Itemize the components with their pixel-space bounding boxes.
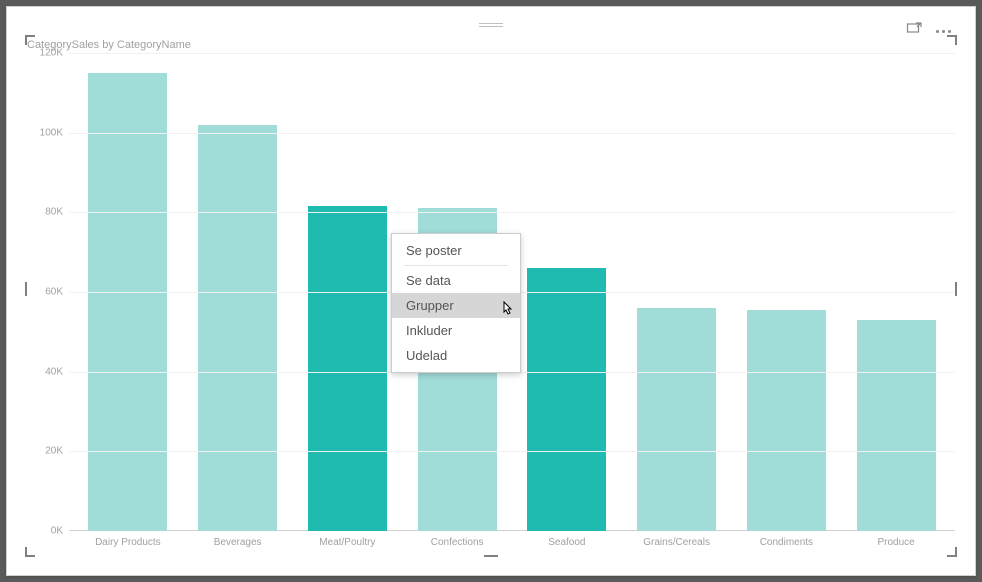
y-tick-label: 120K [40,48,63,59]
gridline [69,53,955,54]
x-tick-label: Meat/Poultry [293,531,403,559]
y-tick-label: 40K [45,366,63,377]
context-menu-divider [404,265,508,266]
bar[interactable] [527,268,606,531]
bar[interactable] [198,125,277,531]
context-menu-item[interactable]: Udelad [392,343,520,368]
context-menu-item[interactable]: Se poster [392,238,520,263]
resize-handle-tl[interactable] [25,35,35,45]
resize-handle-bl[interactable] [25,547,35,557]
resize-handle-right[interactable] [955,282,957,296]
x-tick-label: Grains/Cereals [622,531,732,559]
y-tick-label: 60K [45,287,63,298]
y-axis: 0K20K40K60K80K100K120K [23,53,69,531]
y-tick-label: 20K [45,446,63,457]
x-tick-label: Produce [841,531,951,559]
x-tick-label: Beverages [183,531,293,559]
y-tick-label: 100K [40,127,63,138]
x-axis: Dairy ProductsBeveragesMeat/PoultryConfe… [69,531,955,559]
resize-handle-bottom[interactable] [484,555,498,557]
context-menu: Se poster Se dataGrupperInkluderUdelad [391,233,521,373]
context-menu-item[interactable]: Inkluder [392,318,520,343]
x-tick-label: Condiments [732,531,842,559]
bar[interactable] [857,320,936,531]
x-tick-label: Dairy Products [73,531,183,559]
bar[interactable] [308,206,387,531]
context-menu-item[interactable]: Se data [392,268,520,293]
app-frame: CategorySales by CategoryName 0K20K40K60… [6,6,976,576]
focus-mode-icon[interactable] [906,21,922,42]
gridline [69,212,955,213]
context-menu-item[interactable]: Grupper [392,293,520,318]
gridline [69,451,955,452]
y-tick-label: 0K [51,526,63,537]
x-tick-label: Seafood [512,531,622,559]
y-tick-label: 80K [45,207,63,218]
bar[interactable] [637,308,716,531]
resize-handle-tr[interactable] [947,35,957,45]
more-options-icon[interactable] [932,30,955,33]
drag-handle-icon[interactable] [479,21,503,29]
bar[interactable] [747,310,826,531]
resize-handle-br[interactable] [947,547,957,557]
gridline [69,133,955,134]
resize-handle-left[interactable] [25,282,27,296]
bar[interactable] [88,73,167,531]
